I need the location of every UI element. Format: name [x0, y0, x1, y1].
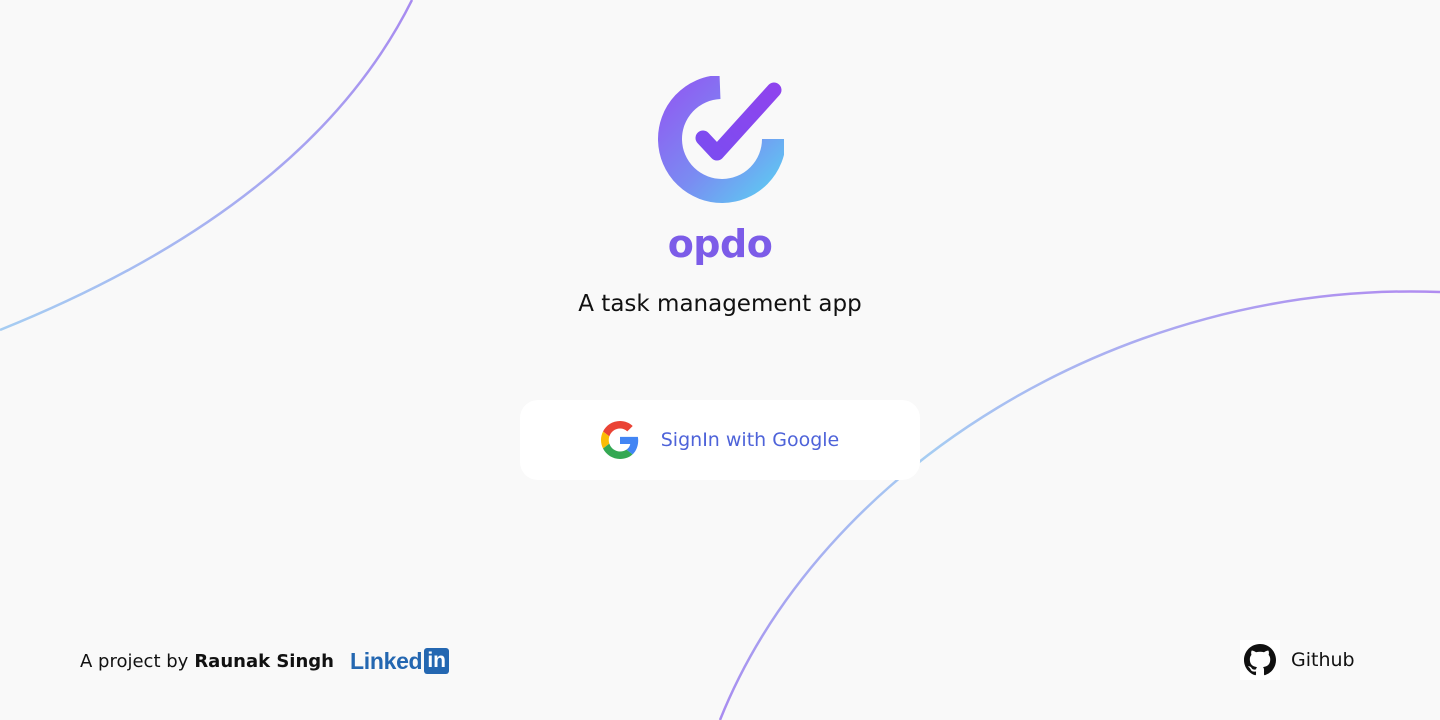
credit-prefix: A project by [80, 650, 189, 672]
arc-top-left [0, 0, 414, 332]
github-label: Github [1291, 649, 1355, 671]
linkedin-link[interactable]: Linked in [350, 648, 449, 675]
signin-label: SignIn with Google [660, 429, 840, 451]
author-name[interactable]: Raunak Singh [194, 651, 334, 672]
google-icon [600, 421, 638, 459]
github-icon [1240, 640, 1280, 680]
linkedin-icon: in [424, 648, 449, 674]
signin-with-google-button[interactable]: SignIn with Google [520, 400, 920, 480]
github-link[interactable]: Github [1240, 640, 1355, 680]
linkedin-wordmark: Linked [349, 647, 423, 674]
project-credit: A project by Raunak Singh Linked in [80, 644, 449, 678]
app-tagline: A task management app [578, 291, 862, 317]
login-page: opdo A task management app SignIn with G… [0, 0, 1440, 720]
app-name: opdo [667, 222, 773, 266]
app-logo [658, 76, 784, 203]
